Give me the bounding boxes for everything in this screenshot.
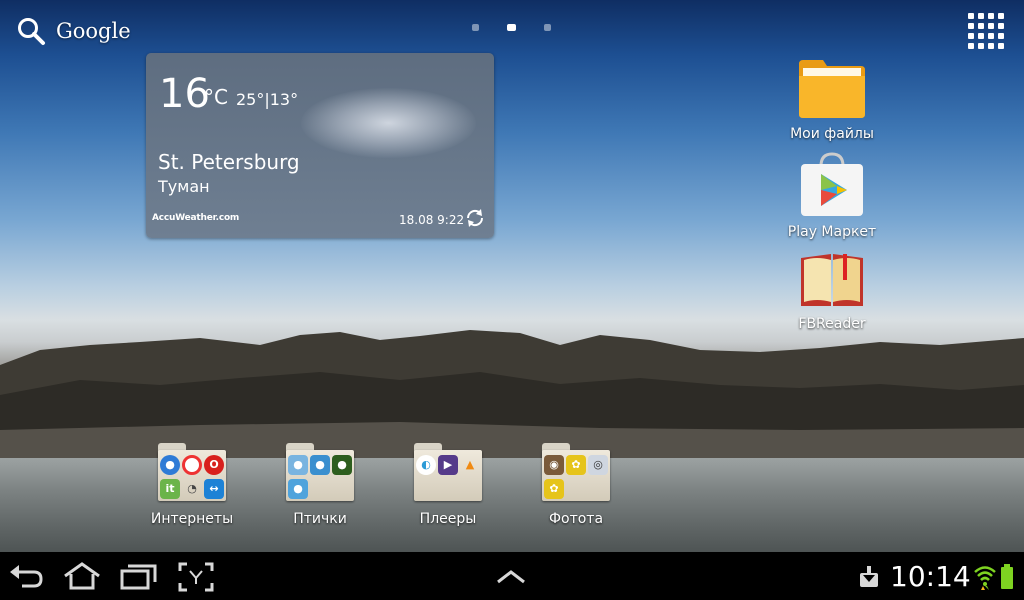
instagram-icon: ◉ [544, 455, 564, 475]
back-icon[interactable] [10, 564, 44, 588]
download-notification-icon[interactable] [858, 566, 880, 588]
angry-birds-icon: ● [288, 455, 308, 475]
status-clock: 10:14 [890, 560, 971, 593]
chevron-up-icon[interactable] [496, 570, 526, 584]
weather-widget[interactable]: 16 °C 25°|13° St. Petersburg Туман AccuW… [146, 53, 494, 238]
search-icon [18, 18, 45, 45]
camera-icon: ◎ [588, 455, 608, 475]
folder-icon [799, 60, 865, 118]
page-dot-2[interactable] [507, 24, 516, 31]
search-label: Google [56, 19, 131, 43]
icq-icon: it [160, 479, 180, 499]
opera-icon: O [204, 455, 224, 475]
home-icon[interactable] [62, 562, 102, 590]
wifi-signal-icon[interactable] [974, 564, 996, 590]
play-store-icon [801, 152, 863, 216]
shortcut-label: Play Маркет [787, 224, 877, 240]
update-time: 18.08 9:22 [399, 213, 465, 227]
navigation-bar: 10:14 [0, 552, 1024, 600]
folder-internets[interactable]: ● O it ◔ ↔ Интернеты [132, 443, 252, 527]
page-dot-1[interactable] [472, 24, 479, 31]
shortcut-label: FBReader [798, 316, 866, 332]
weather-condition: Туман [158, 177, 210, 196]
vlc-icon: ▲ [465, 458, 475, 471]
city-name: St. Petersburg [158, 150, 300, 174]
fbreader-shortcut[interactable]: FBReader [772, 250, 892, 332]
folder-label: Плееры [419, 511, 477, 527]
browser-icon: ● [160, 455, 180, 475]
angry-birds-space-icon: ● [332, 455, 352, 475]
my-files-shortcut[interactable]: Мои файлы [772, 58, 892, 142]
player-icon: ◐ [416, 455, 436, 475]
play-store-shortcut[interactable]: Play Маркет [772, 152, 892, 240]
video-player-icon: ▶ [438, 455, 458, 475]
provider-logo: AccuWeather.com [152, 213, 240, 223]
angry-birds-seasons-icon: ● [288, 479, 308, 499]
folder-label: Фотота [548, 511, 604, 527]
refresh-icon[interactable] [464, 207, 486, 229]
shortcut-label: Мои файлы [790, 126, 874, 142]
temperature: 16 [159, 71, 210, 117]
page-indicator [472, 24, 551, 31]
folder-label: Интернеты [150, 511, 234, 527]
wifi-icon: ◔ [187, 482, 197, 495]
screenshot-icon[interactable] [178, 562, 214, 592]
chrome-icon [182, 455, 202, 475]
angry-birds-rio-icon: ● [310, 455, 330, 475]
temperature-unit: °C [204, 85, 228, 109]
temperature-range: 25°|13° [236, 90, 299, 109]
page-dot-3[interactable] [544, 24, 551, 31]
folder-birds[interactable]: ● ● ● ● Птички [260, 443, 380, 527]
fog-cloud-icon [301, 88, 476, 158]
battery-icon[interactable] [1000, 564, 1014, 590]
folder-players[interactable]: ◐ ▶ ▲ Плееры [388, 443, 508, 527]
google-search-bar[interactable]: Google [16, 16, 131, 46]
photo-editor-icon: ✿ [566, 455, 586, 475]
gallery-icon: ✿ [544, 479, 564, 499]
all-apps-icon[interactable] [968, 13, 1004, 49]
book-icon [801, 254, 863, 306]
folder-photos[interactable]: ◉ ✿ ◎ ✿ Фотота [516, 443, 636, 527]
folder-label: Птички [293, 511, 347, 527]
teamviewer-icon: ↔ [204, 479, 224, 499]
recent-apps-icon[interactable] [120, 562, 158, 590]
